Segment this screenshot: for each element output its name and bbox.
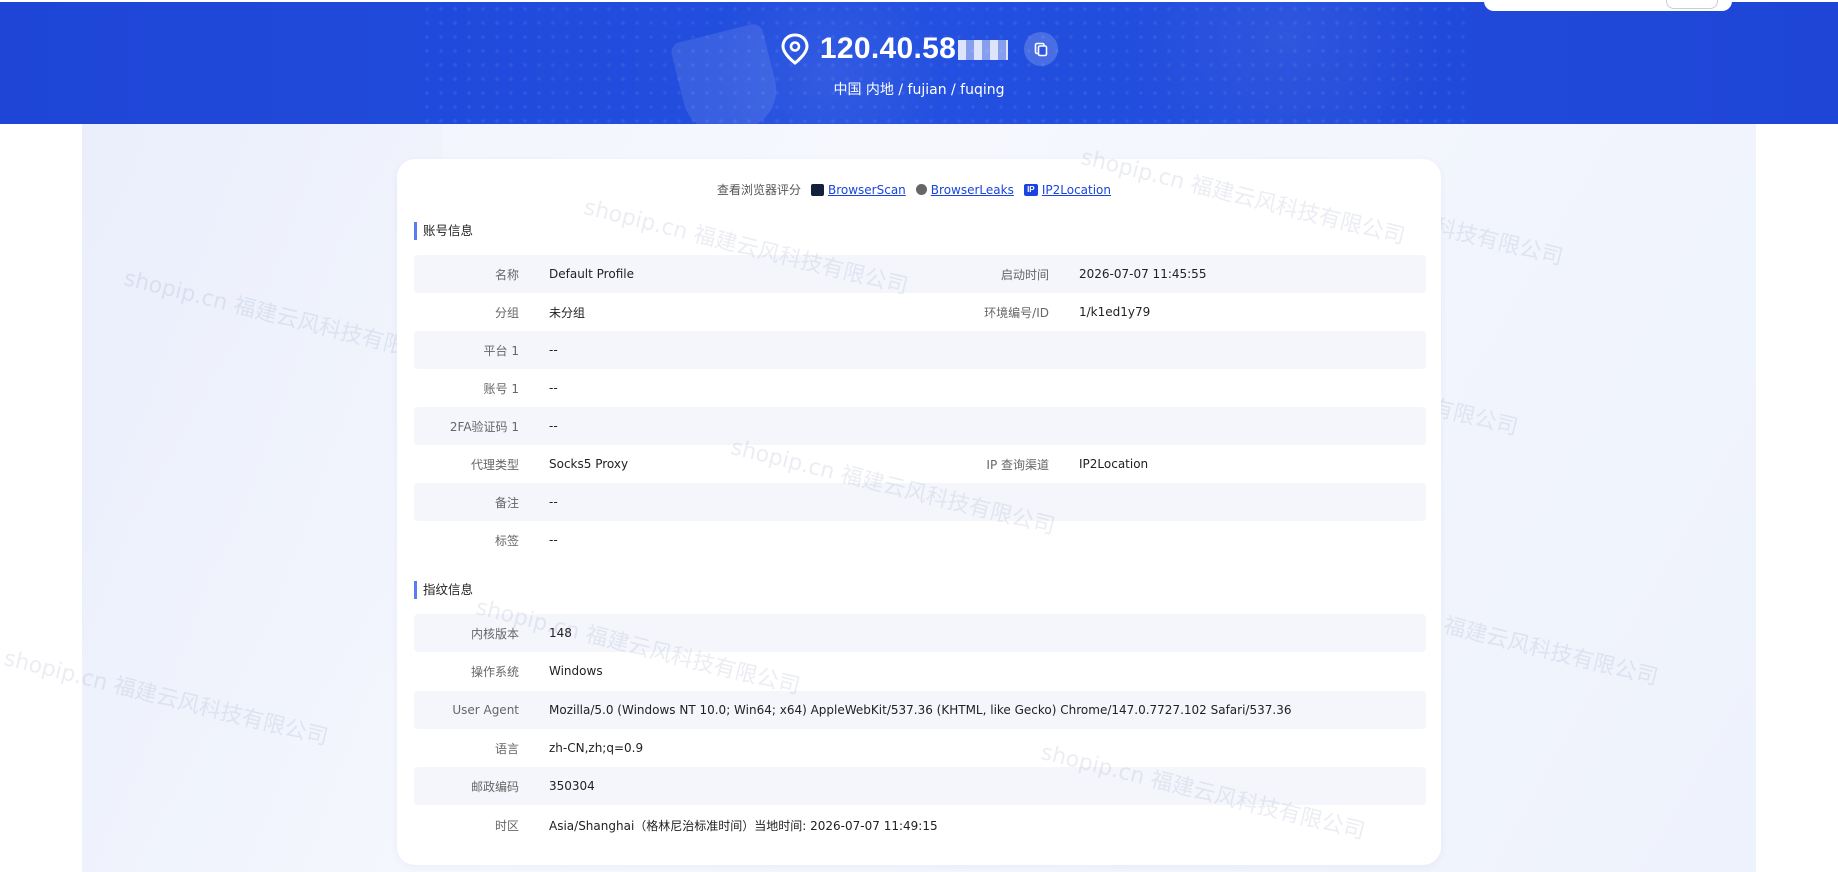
ip2location-link-text[interactable]: IP2Location [1042,183,1111,197]
env-id-value: 1/k1ed1y79 [1079,305,1151,319]
info-row: 分组 未分组 环境编号/ID 1/k1ed1y79 [414,293,1426,331]
kernel-label: 内核版本 [470,626,519,641]
note-label: 备注 [494,495,519,510]
ip-row: 120.40.58 [0,32,1838,66]
account-section-title: 账号信息 [414,222,473,240]
os-value: Windows [549,664,603,678]
start-time-label: 启动时间 [1000,267,1049,282]
ip-query-value: IP2Location [1079,457,1149,471]
timezone-label: 时区 [494,818,519,833]
browserscan-link[interactable]: BrowserScan [810,183,906,197]
profile-card: 查看浏览器评分 BrowserScan BrowserLeaks IP IP2L… [397,145,1441,865]
browserleaks-link[interactable]: BrowserLeaks [915,183,1014,197]
header-banner: 120.40.58 中国 内地 / fujian / fuqing [0,2,1838,124]
platform-label: 平台 1 [483,343,519,358]
top-search-box[interactable] [1484,0,1732,11]
start-time-value: 2026-07-07 11:45:55 [1079,267,1207,281]
twofa-value: -- [549,419,558,433]
tag-value: -- [549,533,558,547]
info-row: 操作系统 Windows [414,652,1426,690]
proxy-type-label: 代理类型 [470,457,519,472]
env-id-label: 环境编号/ID [984,305,1049,320]
zip-value: 350304 [549,779,595,793]
info-row: 内核版本 148 [414,614,1426,652]
zip-label: 邮政编码 [470,779,519,794]
account-label: 账号 1 [483,381,519,396]
language-value: zh-CN,zh;q=0.9 [549,741,644,755]
info-row: 2FA验证码 1 -- [414,407,1426,445]
user-agent-label: User Agent [452,703,519,717]
ip2location-link[interactable]: IP IP2Location [1023,183,1111,197]
ip-query-label: IP 查询渠道 [986,457,1049,472]
kernel-value: 148 [549,626,572,640]
info-row: 标签 -- [414,521,1426,559]
account-value: -- [549,381,558,395]
timezone-value: Asia/Shanghai（格林尼治标准时间）当地时间: 2026-07-07 … [549,818,938,833]
name-value: Default Profile [549,267,634,281]
note-value: -- [549,495,558,509]
info-row: User Agent Mozilla/5.0 (Windows NT 10.0;… [414,691,1426,729]
copy-icon [1034,42,1048,56]
info-row: 邮政编码 350304 [414,767,1426,805]
os-label: 操作系统 [470,664,519,679]
tag-label: 标签 [494,533,519,548]
info-row: 名称 Default Profile 启动时间 2026-07-07 11:45… [414,255,1426,293]
fingerprint-section-title: 指纹信息 [414,581,473,599]
location-pin-icon [781,33,809,65]
platform-value: -- [549,343,558,357]
browser-score-links: 查看浏览器评分 BrowserScan BrowserLeaks IP IP2L… [397,181,1441,198]
info-row: 备注 -- [414,483,1426,521]
info-row: 账号 1 -- [414,369,1426,407]
group-label: 分组 [494,305,519,320]
browserscan-icon [810,183,824,196]
info-row: 平台 1 -- [414,331,1426,369]
ip-location: 中国 内地 / fujian / fuqing [833,82,1005,98]
language-label: 语言 [494,741,519,756]
browserleaks-link-text[interactable]: BrowserLeaks [931,183,1014,197]
group-value: 未分组 [549,305,586,320]
user-agent-value: Mozilla/5.0 (Windows NT 10.0; Win64; x64… [549,703,1292,717]
proxy-type-value: Socks5 Proxy [549,457,629,471]
browser-score-label: 查看浏览器评分 [716,183,801,197]
name-label: 名称 [494,267,519,282]
info-row: 时区 Asia/Shanghai（格林尼治标准时间）当地时间: 2026-07-… [414,806,1426,844]
info-row: 代理类型 Socks5 Proxy IP 查询渠道 IP2Location [414,445,1426,483]
ip-address: 120.40.58 [820,32,1009,66]
twofa-label: 2FA验证码 1 [449,419,519,434]
copy-ip-button[interactable] [1024,32,1059,66]
info-row: 语言 zh-CN,zh;q=0.9 [414,729,1426,767]
browserscan-link-text[interactable]: BrowserScan [828,183,906,197]
ip-masked-digits [958,40,1009,61]
browserleaks-icon [915,184,927,195]
ip2location-icon: IP [1023,183,1038,196]
